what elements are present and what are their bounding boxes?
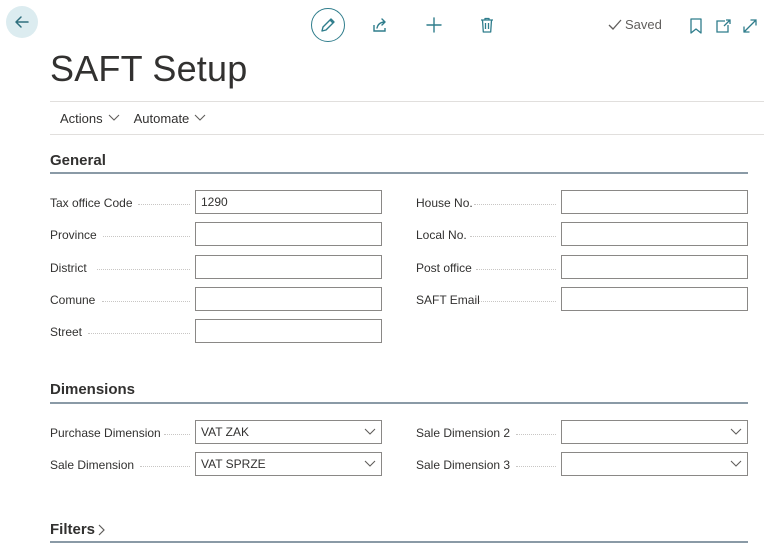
filters-section-title[interactable]: Filters xyxy=(50,521,106,538)
sale-dimension-3-label: Sale Dimension 3 xyxy=(416,458,511,472)
sale-dimension-2-select[interactable] xyxy=(561,420,748,444)
expand-icon xyxy=(742,18,758,34)
field-leader xyxy=(164,434,190,435)
general-section-title[interactable]: General xyxy=(50,152,106,169)
district-label: District xyxy=(50,261,87,275)
chevron-down-icon xyxy=(730,428,742,436)
district-input[interactable] xyxy=(195,255,382,279)
province-label: Province xyxy=(50,228,97,242)
house-no-label: House No. xyxy=(416,196,473,210)
purchase-dimension-label: Purchase Dimension xyxy=(50,426,161,440)
field-leader xyxy=(103,236,190,237)
arrow-left-icon xyxy=(13,13,31,31)
post-office-label: Post office xyxy=(416,261,472,275)
comune-input[interactable] xyxy=(195,287,382,311)
action-bar: Actions Automate xyxy=(50,101,764,135)
field-leader xyxy=(516,434,556,435)
automate-menu-label: Automate xyxy=(133,110,190,126)
saved-label: Saved xyxy=(625,17,662,32)
local-no-input[interactable] xyxy=(561,222,748,246)
field-leader xyxy=(516,466,556,467)
filters-section-divider xyxy=(50,541,748,543)
local-no-label: Local No. xyxy=(416,228,467,242)
street-label: Street xyxy=(50,325,83,339)
sale-dimension-value: VAT SPRZE xyxy=(201,457,266,471)
page-title: SAFT Setup xyxy=(50,48,248,89)
house-no-input[interactable] xyxy=(561,190,748,214)
sale-dimension-3-select[interactable] xyxy=(561,452,748,476)
sale-dimension-label: Sale Dimension xyxy=(50,458,135,472)
tax-office-code-input[interactable] xyxy=(195,190,382,214)
chevron-down-icon xyxy=(103,114,120,122)
field-leader xyxy=(138,204,190,205)
new-button[interactable] xyxy=(423,14,445,36)
dimensions-section-title[interactable]: Dimensions xyxy=(50,381,135,398)
bookmark-button[interactable] xyxy=(686,15,706,37)
bookmark-icon xyxy=(689,18,703,34)
plus-icon xyxy=(425,16,443,34)
sale-dimension-2-label: Sale Dimension 2 xyxy=(416,426,511,440)
chevron-down-icon xyxy=(730,460,742,468)
dimensions-section-divider xyxy=(50,402,748,404)
saft-email-label: SAFT Email xyxy=(416,293,480,307)
comune-label: Comune xyxy=(50,293,96,307)
delete-button[interactable] xyxy=(476,14,498,36)
filters-label: Filters xyxy=(50,521,96,538)
province-input[interactable] xyxy=(195,222,382,246)
chevron-right-icon xyxy=(95,524,106,536)
actions-menu[interactable]: Actions xyxy=(60,111,120,126)
chevron-down-icon xyxy=(364,428,376,436)
sale-dimension-select[interactable]: VAT SPRZE xyxy=(195,452,382,476)
street-input[interactable] xyxy=(195,319,382,343)
open-new-window-button[interactable] xyxy=(713,15,733,37)
back-button[interactable] xyxy=(6,6,38,38)
post-office-input[interactable] xyxy=(561,255,748,279)
purchase-dimension-value: VAT ZAK xyxy=(201,425,250,439)
share-button[interactable] xyxy=(369,14,391,36)
saved-status: Saved xyxy=(608,17,662,32)
field-leader xyxy=(97,269,190,270)
trash-icon xyxy=(478,16,496,34)
saft-email-input[interactable] xyxy=(561,287,748,311)
share-icon xyxy=(371,16,389,34)
automate-menu[interactable]: Automate xyxy=(134,111,207,126)
field-leader xyxy=(476,269,556,270)
field-leader xyxy=(88,333,190,334)
field-leader xyxy=(470,236,556,237)
field-leader xyxy=(102,301,190,302)
purchase-dimension-select[interactable]: VAT ZAK xyxy=(195,420,382,444)
pencil-icon xyxy=(319,16,337,34)
actions-menu-label: Actions xyxy=(60,110,103,126)
general-section-divider xyxy=(50,172,748,174)
edit-button[interactable] xyxy=(311,8,345,42)
expand-button[interactable] xyxy=(740,15,760,37)
field-leader xyxy=(140,466,190,467)
tax-office-code-label: Tax office Code xyxy=(50,196,133,210)
field-leader xyxy=(474,204,556,205)
chevron-down-icon xyxy=(364,460,376,468)
open-in-new-window-icon xyxy=(715,18,731,34)
checkmark-icon xyxy=(608,19,625,31)
chevron-down-icon xyxy=(189,114,206,122)
field-leader xyxy=(479,301,556,302)
